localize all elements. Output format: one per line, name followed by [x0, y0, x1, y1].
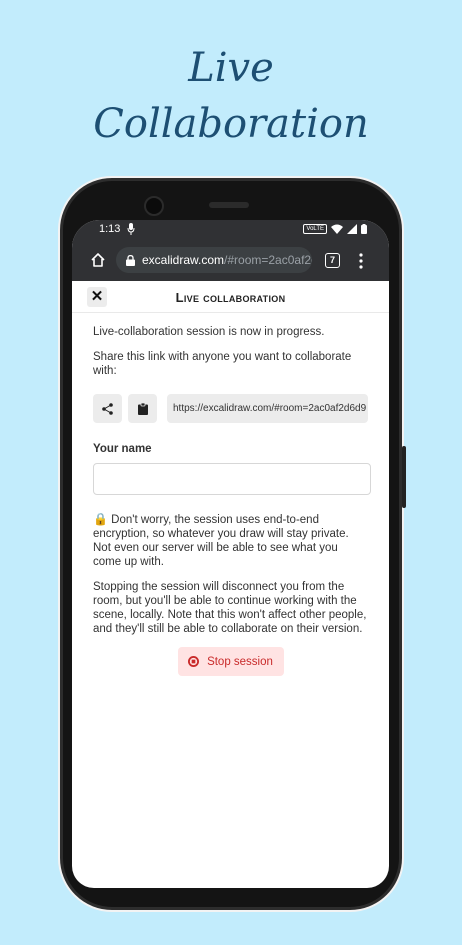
signal-icon — [347, 224, 357, 234]
name-input[interactable] — [93, 463, 371, 495]
wifi-icon — [331, 224, 343, 234]
headline-line-2: Collaboration — [93, 101, 369, 147]
session-status-text: Live-collaboration session is now in pro… — [93, 326, 325, 338]
stop-session-button[interactable]: Stop session — [177, 647, 284, 676]
dialog-header: ✕ Live collaboration — [72, 281, 389, 313]
copy-link-button[interactable] — [128, 394, 157, 423]
share-icon — [102, 402, 113, 415]
battery-icon — [361, 224, 367, 234]
lock-icon — [126, 254, 135, 266]
status-time: 1:13 — [99, 223, 121, 235]
headline-line-1: Live — [188, 45, 274, 91]
dialog-title: Live collaboration — [175, 290, 286, 305]
url-path: /#room=2ac0af2d6d — [224, 253, 312, 267]
stop-session-label: Stop session — [207, 655, 273, 668]
camera-icon — [144, 196, 164, 216]
browser-toolbar: excalidraw.com/#room=2ac0af2d6d 7 — [72, 240, 389, 281]
power-button — [402, 446, 406, 508]
privacy-notice: 🔒 Don't worry, the session uses end-to-e… — [93, 512, 368, 569]
status-icons: VoLTE — [303, 224, 367, 234]
share-button[interactable] — [93, 394, 122, 423]
address-bar[interactable]: excalidraw.com/#room=2ac0af2d6d — [116, 247, 312, 273]
stop-info-text: Stopping the session will disconnect you… — [93, 581, 367, 635]
status-bar: 1:13 VoLTE — [72, 220, 389, 240]
share-link-input[interactable] — [167, 394, 368, 423]
phone-screen: 1:13 VoLTE excalidraw.com /#room=2ac0af2… — [72, 220, 389, 888]
more-vert-icon[interactable] — [359, 253, 363, 269]
share-instructions: Share this link with anyone you want to … — [93, 351, 352, 377]
mic-icon — [127, 223, 135, 235]
home-icon[interactable] — [90, 252, 106, 268]
dialog-content: Live-collaboration session is now in pro… — [72, 313, 389, 676]
url-host: excalidraw.com — [142, 253, 225, 267]
tabs-icon[interactable]: 7 — [325, 253, 340, 268]
share-link-row — [93, 394, 368, 423]
stop-icon — [188, 656, 200, 667]
privacy-text: Don't worry, the session uses end-to-end… — [93, 514, 349, 568]
name-label: Your name — [93, 443, 152, 455]
speaker-grille — [209, 202, 249, 208]
volte-badge: VoLTE — [303, 224, 327, 234]
lock-emoji-icon: 🔒 — [93, 512, 108, 526]
clipboard-icon — [137, 402, 148, 415]
